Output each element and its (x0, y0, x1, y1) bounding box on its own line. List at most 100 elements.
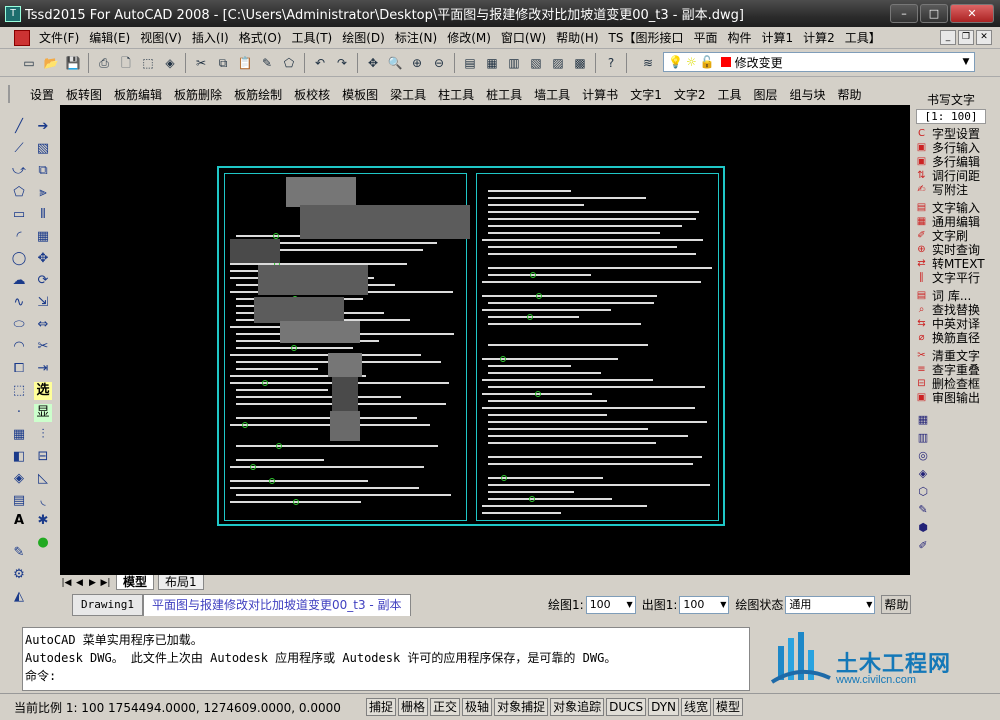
menu-tools[interactable]: 工具(T) (287, 29, 338, 46)
doc-minimize-icon[interactable]: _ (940, 30, 956, 45)
minimize-button[interactable]: – (890, 4, 918, 23)
tssd-slab-rebar-delete[interactable]: 板筋删除 (168, 86, 228, 103)
user-icon[interactable]: ● (34, 534, 52, 552)
arc-icon[interactable]: ◜ (10, 228, 28, 246)
draw-scale-select[interactable]: 100 (585, 595, 636, 614)
text-tool-item[interactable]: ✂ 清重文字 (912, 348, 990, 363)
menu-dimension[interactable]: 标注(N) (390, 29, 442, 46)
text-tool-item[interactable]: ⌀ 换筋直径 (912, 330, 990, 345)
point-icon[interactable]: · (10, 404, 28, 422)
region-icon[interactable]: ◈ (10, 470, 28, 488)
fillet-icon[interactable]: ◟ (34, 492, 52, 510)
design-center-icon[interactable]: ▦ (483, 54, 501, 72)
tssd-pile-tools[interactable]: 桩工具 (480, 86, 528, 103)
text-tool-item[interactable]: C 字型设置 (912, 126, 990, 141)
tssd-slab-to-drawing[interactable]: 板转图 (60, 86, 108, 103)
revision-cloud-icon[interactable]: ☁ (10, 272, 28, 290)
tssd-beam-tools[interactable]: 梁工具 (384, 86, 432, 103)
markup-icon[interactable]: ▨ (549, 54, 567, 72)
mirror-icon[interactable]: ⫸ (34, 184, 52, 202)
zoom-previous-icon[interactable]: ⊖ (430, 54, 448, 72)
block-editor-icon[interactable]: ⬠ (280, 54, 298, 72)
extend-icon[interactable]: ⇥ (34, 360, 52, 378)
move-icon[interactable]: ✥ (34, 250, 52, 268)
menu-insert[interactable]: 插入(I) (187, 29, 234, 46)
insert-block-icon[interactable]: ⧠ (10, 360, 28, 378)
tab-model[interactable]: 模型 (116, 575, 155, 590)
array-icon[interactable]: ▦ (34, 228, 52, 246)
copy-icon[interactable]: ⧉ (214, 54, 232, 72)
sheet-set-icon[interactable]: ▧ (527, 54, 545, 72)
tssd-slab-rebar-edit[interactable]: 板筋编辑 (108, 86, 168, 103)
tool-b-icon[interactable]: ◭ (10, 588, 28, 606)
properties-icon[interactable]: ▤ (461, 54, 479, 72)
ellipse-arc-icon[interactable]: ◠ (10, 338, 28, 356)
output-scale-select[interactable]: 100 (679, 595, 730, 614)
pan-icon[interactable]: ✥ (364, 54, 382, 72)
text-tool-item[interactable]: ▣ 审图输出 (912, 390, 990, 405)
text-tool-item[interactable]: ⌕ 查找替换 (912, 302, 990, 317)
tssd-calc-report[interactable]: 计算书 (576, 86, 624, 103)
text-tool-item[interactable]: ⇆ 中英对译 (912, 316, 990, 331)
ortho-toggle[interactable]: 正交 (430, 698, 461, 716)
undo-icon[interactable]: ↶ (311, 54, 329, 72)
redo-icon[interactable]: ↷ (333, 54, 351, 72)
extra-tool-2-icon[interactable]: ▥ (915, 430, 931, 446)
rectangle-icon[interactable]: ▭ (10, 206, 28, 224)
layer-dropdown[interactable]: 💡 ☼ 🔓 修改变更 ▼ (663, 52, 975, 72)
text-tool-item[interactable]: ▣ 多行输入 (912, 140, 990, 155)
table-icon[interactable]: ▤ (10, 492, 28, 510)
text-tool-item[interactable]: ⊟ 删检查框 (912, 376, 990, 391)
menu-window[interactable]: 窗口(W) (496, 29, 551, 46)
command-window[interactable]: AutoCAD 菜单实用程序已加载。 Autodesk DWG。 此文件上次由 … (22, 627, 750, 691)
text-tool-item[interactable]: ⇅ 调行间距 (912, 168, 990, 183)
plot-icon[interactable]: ◈ (161, 54, 179, 72)
text-tool-item[interactable]: ∥ 文字平行 (912, 270, 990, 285)
open-file-icon[interactable]: 📂 (42, 54, 60, 72)
tssd-wall-tools[interactable]: 墙工具 (528, 86, 576, 103)
extra-tool-8-icon[interactable]: ✐ (915, 538, 931, 554)
menu-edit[interactable]: 编辑(E) (84, 29, 135, 46)
select-icon[interactable]: 选 (34, 382, 52, 400)
draw-state-select[interactable]: 通用 (785, 595, 876, 614)
menu-view[interactable]: 视图(V) (135, 29, 187, 46)
extra-tool-3-icon[interactable]: ◎ (915, 448, 931, 464)
close-button[interactable]: ✕ (950, 4, 994, 23)
copy-object-icon[interactable]: ⧉ (34, 162, 52, 180)
text-tool-item[interactable]: ▣ 多行编辑 (912, 154, 990, 169)
tssd-text1[interactable]: 文字1 (624, 86, 668, 103)
spline-icon[interactable]: ∿ (10, 294, 28, 312)
prev-tab-icon[interactable]: ◀ (73, 578, 86, 588)
menu-file[interactable]: 文件(F) (34, 29, 84, 46)
extra-tool-1-icon[interactable]: ▦ (915, 412, 931, 428)
arrow-right-icon[interactable]: ➔ (34, 118, 52, 136)
doc-close-icon[interactable]: ✕ (976, 30, 992, 45)
erase-icon[interactable]: ▧ (34, 140, 52, 158)
tssd-layers[interactable]: 图层 (747, 86, 783, 103)
toolbar-grip[interactable] (8, 85, 14, 103)
zoom-window-icon[interactable]: ⊕ (408, 54, 426, 72)
trim-icon[interactable]: ✂ (34, 338, 52, 356)
doc-restore-icon[interactable]: ❐ (958, 30, 974, 45)
rotate-icon[interactable]: ⟳ (34, 272, 52, 290)
drawing-canvas[interactable] (60, 105, 910, 575)
line-icon[interactable]: ╱ (10, 118, 28, 136)
calculator-icon[interactable]: ▩ (571, 54, 589, 72)
text-tool-item[interactable]: ✐ 文字刷 (912, 228, 990, 243)
menu-component[interactable]: 构件 (723, 29, 757, 46)
menu-format[interactable]: 格式(O) (234, 29, 287, 46)
hatch-icon[interactable]: ▦ (10, 426, 28, 444)
first-tab-icon[interactable]: |◀ (60, 578, 73, 588)
text-tool-item[interactable]: ⇄ 转MTEXT (912, 256, 990, 271)
command-prompt[interactable]: 命令: (25, 667, 747, 685)
text-tool-item[interactable]: ▤ 文字输入 (912, 200, 990, 215)
tool-palettes-icon[interactable]: ▥ (505, 54, 523, 72)
zoom-realtime-icon[interactable]: 🔍 (386, 54, 404, 72)
break-icon[interactable]: ⫶ (34, 426, 52, 444)
polyline-icon[interactable]: ⤻ (10, 162, 28, 180)
ducs-toggle[interactable]: DUCS (606, 698, 647, 716)
circle-icon[interactable]: ◯ (10, 250, 28, 268)
polar-toggle[interactable]: 极轴 (462, 698, 493, 716)
text-tool-item[interactable]: ⊕ 实时查询 (912, 242, 990, 257)
tool-a-icon[interactable]: ⚙ (10, 566, 28, 584)
